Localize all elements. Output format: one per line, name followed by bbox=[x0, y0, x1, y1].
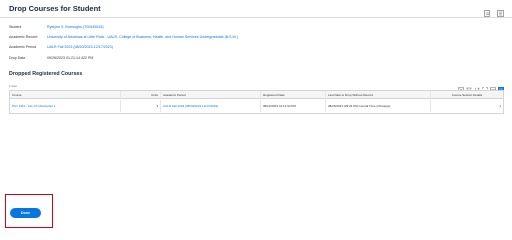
table-toolbar bbox=[458, 80, 504, 93]
column-header-registered-date[interactable]: Registered Date bbox=[260, 91, 325, 98]
done-button[interactable]: Done bbox=[10, 208, 41, 218]
course-section-details-cell[interactable]: 1 bbox=[430, 100, 503, 112]
header-actions bbox=[484, 4, 504, 17]
academic-record-label: Academic Record bbox=[9, 35, 38, 39]
column-header-last-date-to-drop[interactable]: Last Date to Drop Without Record bbox=[325, 91, 430, 98]
academic-period-cell[interactable]: UALR Fall 2023 (08/20/2023-12/17/2023) bbox=[160, 100, 260, 112]
column-header-academic-period[interactable]: Academic Period bbox=[160, 91, 260, 98]
registered-date-cell: 08/22/2023 01:12:53 PM bbox=[260, 100, 325, 112]
units-cell: 3 bbox=[120, 100, 160, 112]
table-view-icon[interactable] bbox=[490, 80, 496, 93]
fullscreen-icon[interactable] bbox=[482, 80, 488, 93]
title-divider bbox=[0, 17, 512, 18]
column-header-course-section-details[interactable]: Course Section Details bbox=[430, 91, 503, 98]
course-link[interactable]: PSY 2110 - Life Of Christopher 1 bbox=[10, 100, 120, 112]
student-label: Student bbox=[9, 25, 22, 29]
academic-period-label: Academic Period bbox=[9, 45, 37, 49]
column-header-units[interactable]: Units bbox=[120, 91, 160, 98]
section-title: Dropped Registered Courses bbox=[9, 71, 83, 77]
table-header: Course Units Academic Period Registered … bbox=[10, 91, 503, 99]
excel-export-icon[interactable] bbox=[458, 80, 464, 93]
academic-record-link[interactable]: University of Arkansas at Little Rock - … bbox=[47, 35, 238, 39]
page-title: Drop Courses for Student bbox=[9, 4, 101, 13]
drop-date-label: Drop Date bbox=[9, 56, 26, 60]
column-header-course[interactable]: Course bbox=[10, 91, 120, 98]
export-pdf-icon[interactable] bbox=[484, 4, 491, 17]
drop-date-value: 09/26/2023 01:21:14.422 PM bbox=[47, 56, 94, 60]
table-row: PSY 2110 - Life Of Christopher 1 3 UALR … bbox=[10, 100, 503, 112]
last-date-to-drop-cell: 08/25/2023 (09:26 PM Central Time (Chica… bbox=[325, 100, 430, 112]
academic-period-link[interactable]: UALR Fall 2023 (08/20/2023-12/17/2023) bbox=[47, 45, 113, 49]
student-link[interactable]: Ryelynn S. Burroughs (T00445515) bbox=[47, 25, 104, 29]
grid-view-icon[interactable] bbox=[498, 80, 504, 93]
sort-icon[interactable] bbox=[474, 80, 480, 93]
dropped-courses-table: Course Units Academic Period Registered … bbox=[9, 90, 504, 114]
item-count: 1 item bbox=[9, 84, 18, 88]
filter-icon[interactable] bbox=[465, 80, 473, 93]
configure-icon[interactable] bbox=[497, 4, 504, 17]
